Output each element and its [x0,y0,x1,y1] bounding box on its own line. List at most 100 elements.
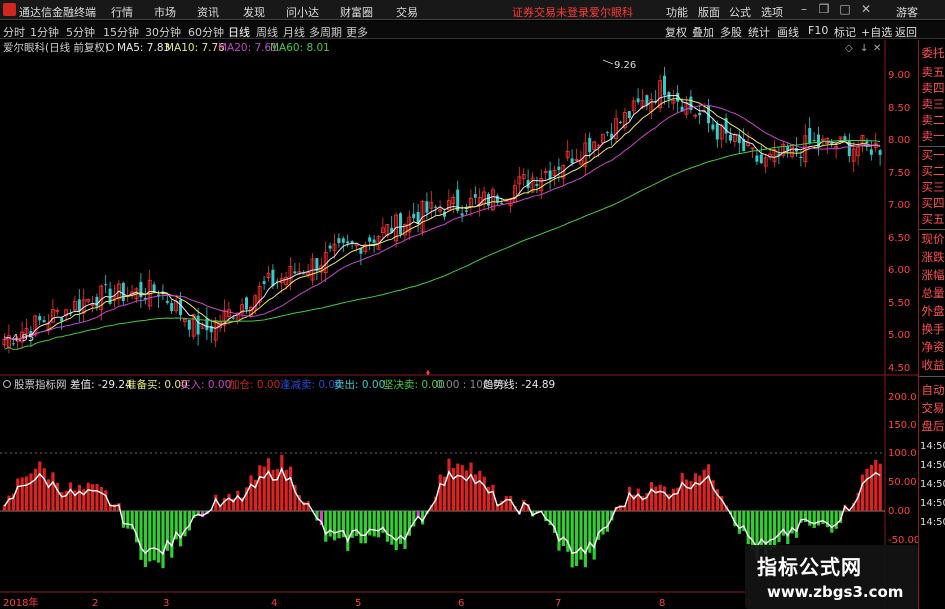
sidebar-item-entrust[interactable]: 委托 [920,46,945,61]
time-label: 14:50 [920,517,945,528]
indicator-tick: 50.00 [888,477,917,488]
toolbar-f10[interactable]: F10 [808,24,828,37]
sidebar-item-net-assets[interactable]: 净资 [920,340,945,355]
menu-item-options[interactable]: 选项 [761,4,783,20]
close-panel-icon[interactable]: ✕ [873,43,881,54]
indicator-name[interactable]: 股票指标网 [14,378,67,391]
chart-area[interactable]: 爱尔眼科(日线 前复权) MA5: 7.83 MA10: 7.76 MA20: … [0,40,918,609]
close-icon[interactable]: ✕ [857,2,875,17]
indicator-value: 逢减卖: 0.00 [280,379,342,391]
indicator-tick: 100.0 [888,448,917,459]
sidebar-item-bid4[interactable]: 买四 [920,196,945,211]
toolbar-overlay[interactable]: 叠加 [692,24,714,40]
x-axis-label: 7 [555,598,561,609]
menu-item-trade[interactable]: 交易 [396,4,418,20]
indicator-value: 买入: 0.00 [180,379,231,391]
ma10-label: MA10: 7.76 [165,42,225,54]
main-chart-title: 爱尔眼科(日线 前复权) [3,41,109,54]
menu-item-quotes[interactable]: 行情 [111,4,133,20]
period-tab-15min[interactable]: 15分钟 [103,24,139,40]
sidebar-item-ask5[interactable]: 卖五 [920,65,945,80]
x-axis-label: 2018年 [3,596,38,609]
minimize-icon[interactable]: – [795,2,813,17]
time-label: 14:50 [920,441,945,452]
toolbar-restore-rights[interactable]: 复权 [665,24,687,40]
time-label: 14:50 [920,479,945,490]
x-axis-label: 3 [163,598,169,609]
guest-label[interactable]: 游客 [896,4,918,20]
sidebar-item-outer[interactable]: 外盘 [920,304,945,319]
sidebar-item-turnover[interactable]: 换手 [920,322,945,337]
sidebar-item-ask4[interactable]: 卖四 [920,81,945,96]
toolbar-mark[interactable]: 标记 [834,24,856,40]
price-tick: 7.00 [888,200,910,211]
sidebar-item-change-pct[interactable]: 涨幅 [920,268,945,283]
sidebar-item-volume[interactable]: 总量 [920,286,945,301]
sidebar-item-ask3[interactable]: 卖三 [920,97,945,112]
price-tick: 5.00 [888,330,910,341]
indicator-value: 准备买: 0.00 [126,378,188,391]
period-tab-60min[interactable]: 60分钟 [188,24,224,40]
toolbar-multi-stock[interactable]: 多股 [720,24,742,40]
high-price-label: 9.26 [614,60,636,71]
login-status[interactable]: 证券交易未登录 [512,4,589,20]
period-tab-more[interactable]: 更多 [346,24,368,40]
site-watermark: 指标公式网 www.zbgs3.com [745,545,918,609]
sidebar-item-trade[interactable]: 交易 [920,401,945,416]
period-tab-daily[interactable]: 日线 [228,24,250,40]
menu-item-layout[interactable]: 版面 [698,4,720,20]
menu-item-market[interactable]: 市场 [154,4,176,20]
sidebar-item-earnings[interactable]: 收益 [920,358,945,373]
period-tab-intraday[interactable]: 分时 [3,24,25,40]
moving-average-lines [4,94,881,350]
price-tick: 8.50 [888,103,910,114]
period-tab-multi[interactable]: 多周期 [309,24,342,40]
toolbar-stats[interactable]: 统计 [748,24,770,40]
sidebar-item-ask1[interactable]: 卖一 [920,129,945,144]
sidebar-item-ask2[interactable]: 卖二 [920,113,945,128]
toolbar-back[interactable]: 返回 [895,24,917,40]
sidebar-item-change[interactable]: 涨跌 [920,250,945,265]
indicator-tick: 0.00 [888,506,910,517]
event-marker[interactable]: ⬧ [426,368,430,378]
sidebar-item-bid2[interactable]: 买二 [920,164,945,179]
menu-item-discover[interactable]: 发现 [243,4,265,20]
period-tab-5min[interactable]: 5分钟 [66,24,95,40]
price-tick: 6.50 [888,233,910,244]
menu-item-news[interactable]: 资讯 [197,4,219,20]
chevron-down-icon[interactable]: ◇ [845,43,853,54]
price-tick: 7.50 [888,168,910,179]
period-tab-1min[interactable]: 1分钟 [30,24,59,40]
watermark-title: 指标公式网 [757,555,862,579]
sidebar-item-bid3[interactable]: 买三 [920,180,945,195]
x-axis-label: 8 [659,598,665,609]
menu-item-formula[interactable]: 公式 [729,4,751,20]
sidebar-item-price[interactable]: 现价 [920,232,945,247]
time-label: 14:50 [920,498,945,509]
restore-icon[interactable]: ❐ [815,2,833,17]
maximize-icon[interactable]: □ [836,2,854,17]
menu-item-ask[interactable]: 问小达 [286,4,319,20]
indicator-settings-icon[interactable] [3,380,11,388]
period-tab-weekly[interactable]: 周线 [256,24,278,40]
period-tab-monthly[interactable]: 月线 [283,24,305,40]
toolbar-draw[interactable]: 画线 [777,24,799,40]
arrow-down-icon[interactable]: ↓ [860,43,868,54]
price-tick: 8.00 [888,135,910,146]
sidebar-item-bid5[interactable]: 买五 [920,212,945,227]
toolbar-add-watchlist[interactable]: +自选 [861,24,892,40]
sidebar-item-after-hours[interactable]: 盘后 [920,419,945,434]
time-label: 14:50 [920,460,945,471]
price-tick: 9.00 [888,70,910,81]
x-axis-label: 6 [458,598,464,609]
sidebar-item-auto[interactable]: 自动 [920,383,945,398]
candlestick-series [2,66,882,354]
app-logo-icon [3,3,16,16]
ma60-label: MA60: 8.01 [270,42,330,54]
menu-item-functions[interactable]: 功能 [666,4,688,20]
menu-item-wealth[interactable]: 财富圈 [340,4,373,20]
indicator-value: 差值: -29.24 [70,378,132,391]
sidebar-item-bid1[interactable]: 买一 [920,148,945,163]
period-tab-30min[interactable]: 30分钟 [145,24,181,40]
stock-link[interactable]: 爱尔眼科 [589,4,633,20]
